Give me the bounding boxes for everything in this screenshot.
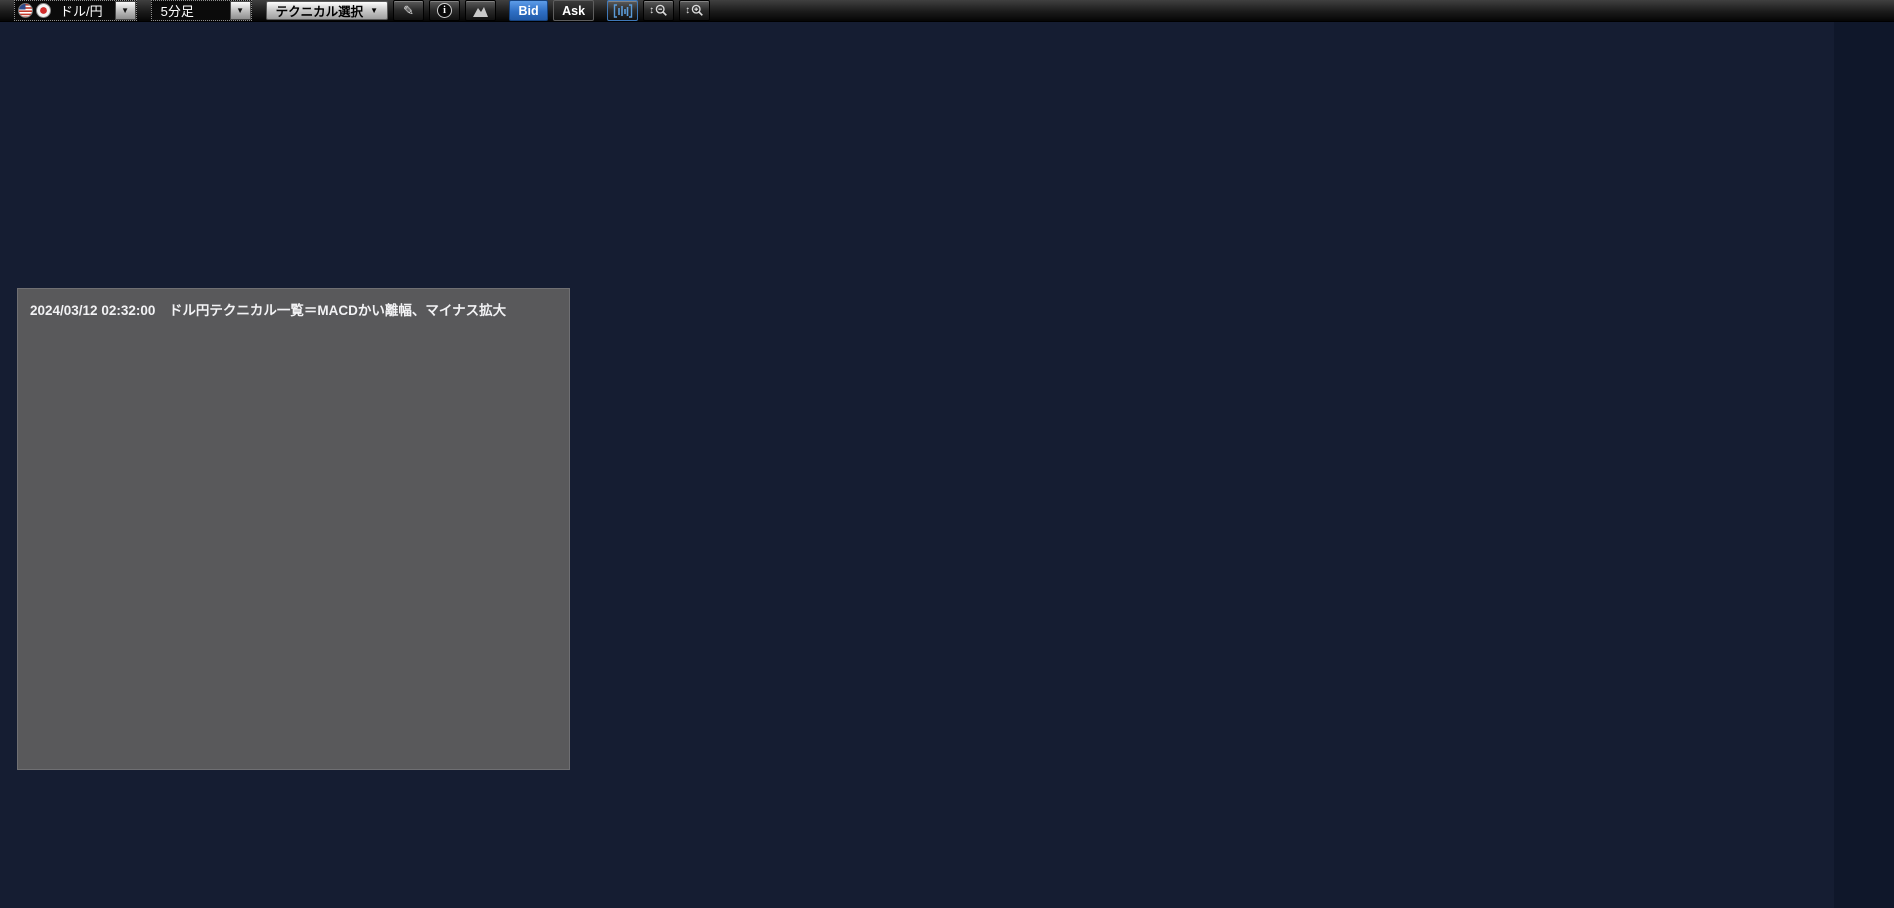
area-chart-button[interactable] — [465, 0, 496, 21]
chevron-down-icon: ▼ — [370, 6, 378, 15]
fx-chart-window: ドル/円 ▼ 5分足 ▼ テクニカル選択 ▼ ✎ i Bid Ask — [0, 0, 1894, 908]
vertical-zoom-in-button[interactable]: ↕ — [679, 0, 710, 21]
technical-summary-panel: 2024/03/12 02:32:00 ドル円テクニカル一覧＝MACDかい離幅、… — [17, 288, 570, 770]
technical-select-label: テクニカル選択 — [276, 1, 364, 20]
currency-pair-select[interactable]: ドル/円 ▼ — [14, 0, 137, 21]
japan-flag-icon — [36, 3, 51, 18]
bid-button[interactable]: Bid — [509, 0, 548, 21]
currency-pair-value: ドル/円 — [54, 1, 109, 20]
vertical-zoom-out-button[interactable]: ↕ — [643, 0, 674, 21]
currency-dropdown-arrow-icon[interactable]: ▼ — [115, 1, 136, 20]
technical-select-button[interactable]: テクニカル選択 ▼ — [266, 1, 388, 20]
timeframe-select[interactable]: 5分足 ▼ — [151, 0, 252, 21]
info-icon: i — [437, 3, 452, 18]
timeframe-dropdown-arrow-icon[interactable]: ▼ — [230, 1, 251, 20]
info-button[interactable]: i — [429, 0, 460, 21]
toolbar: ドル/円 ▼ 5分足 ▼ テクニカル選択 ▼ ✎ i Bid Ask — [0, 0, 1894, 22]
up-down-arrow-icon: ↕ — [685, 5, 690, 16]
magnifier-minus-icon — [655, 4, 668, 17]
candles-icon — [613, 4, 633, 18]
ask-button[interactable]: Ask — [553, 0, 594, 21]
candle-display-button[interactable] — [607, 0, 638, 21]
us-flag-icon — [18, 3, 33, 18]
pencil-icon: ✎ — [403, 3, 414, 19]
up-down-arrow-icon: ↕ — [649, 5, 654, 16]
timeframe-value: 5分足 — [155, 1, 200, 20]
draw-pencil-button[interactable]: ✎ — [393, 0, 424, 21]
mountain-icon — [472, 4, 489, 18]
panel-title: 2024/03/12 02:32:00 ドル円テクニカル一覧＝MACDかい離幅、… — [30, 302, 557, 320]
magnifier-plus-icon — [691, 4, 704, 17]
